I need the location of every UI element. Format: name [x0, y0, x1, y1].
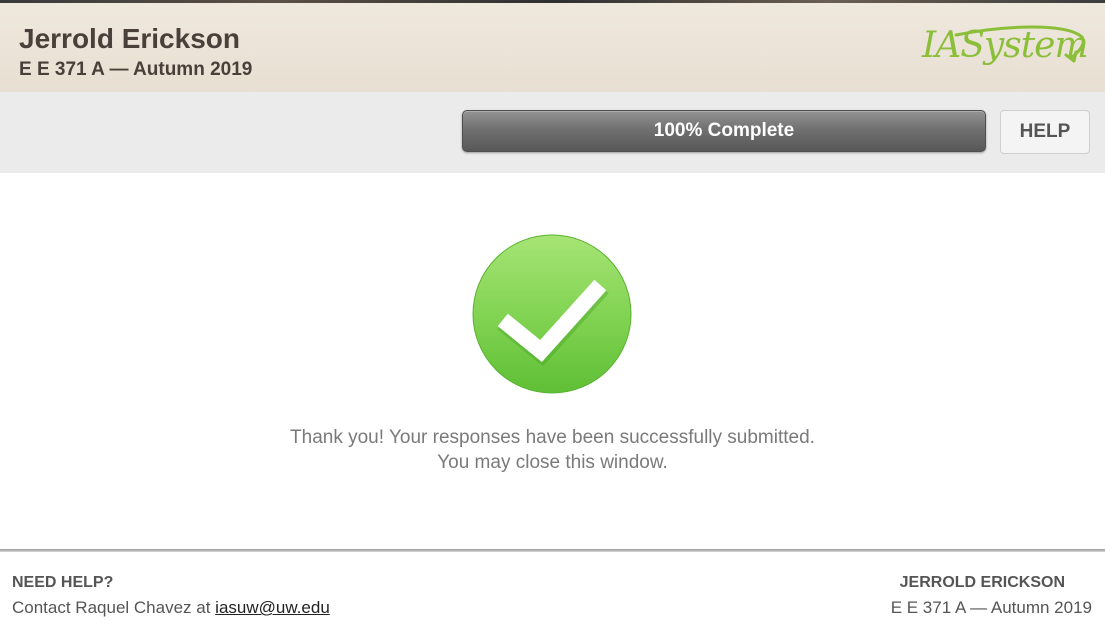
logo-text: IASystem	[922, 25, 1089, 66]
contact-text: Contact Raquel Chavez at iasuw@uw.edu	[12, 598, 330, 618]
footer-course-title: E E 371 A — Autumn 2019	[890, 598, 1092, 617]
close-window-message: You may close this window.	[437, 452, 668, 473]
instructor-name: Jerrold Erickson	[19, 23, 240, 54]
iasystem-logo: IASystem	[916, 21, 1089, 75]
course-title: E E 371 A — Autumn 2019	[19, 59, 253, 80]
success-message: Thank you! Your responses have been succ…	[290, 427, 815, 448]
checkmark-circle-icon	[472, 234, 632, 394]
header-banner: Jerrold Erickson E E 371 A — Autumn 2019…	[0, 3, 1105, 92]
confirmation-panel: Thank you! Your responses have been succ…	[0, 173, 1105, 549]
progress-label: 100% Complete	[653, 120, 795, 141]
footer: NEED HELP? Contact Raquel Chavez at iasu…	[0, 552, 1105, 632]
contact-prefix: Contact Raquel Chavez at	[12, 598, 216, 617]
contact-email-link[interactable]: iasuw@uw.edu	[215, 598, 330, 617]
footer-instructor-name: JERROLD ERICKSON	[899, 574, 1065, 591]
help-button[interactable]: HELP	[1000, 110, 1090, 154]
progress-bar: 100% Complete	[462, 110, 986, 152]
toolbar: 100% Complete HELP	[0, 92, 1105, 173]
need-help-heading: NEED HELP?	[12, 574, 114, 591]
